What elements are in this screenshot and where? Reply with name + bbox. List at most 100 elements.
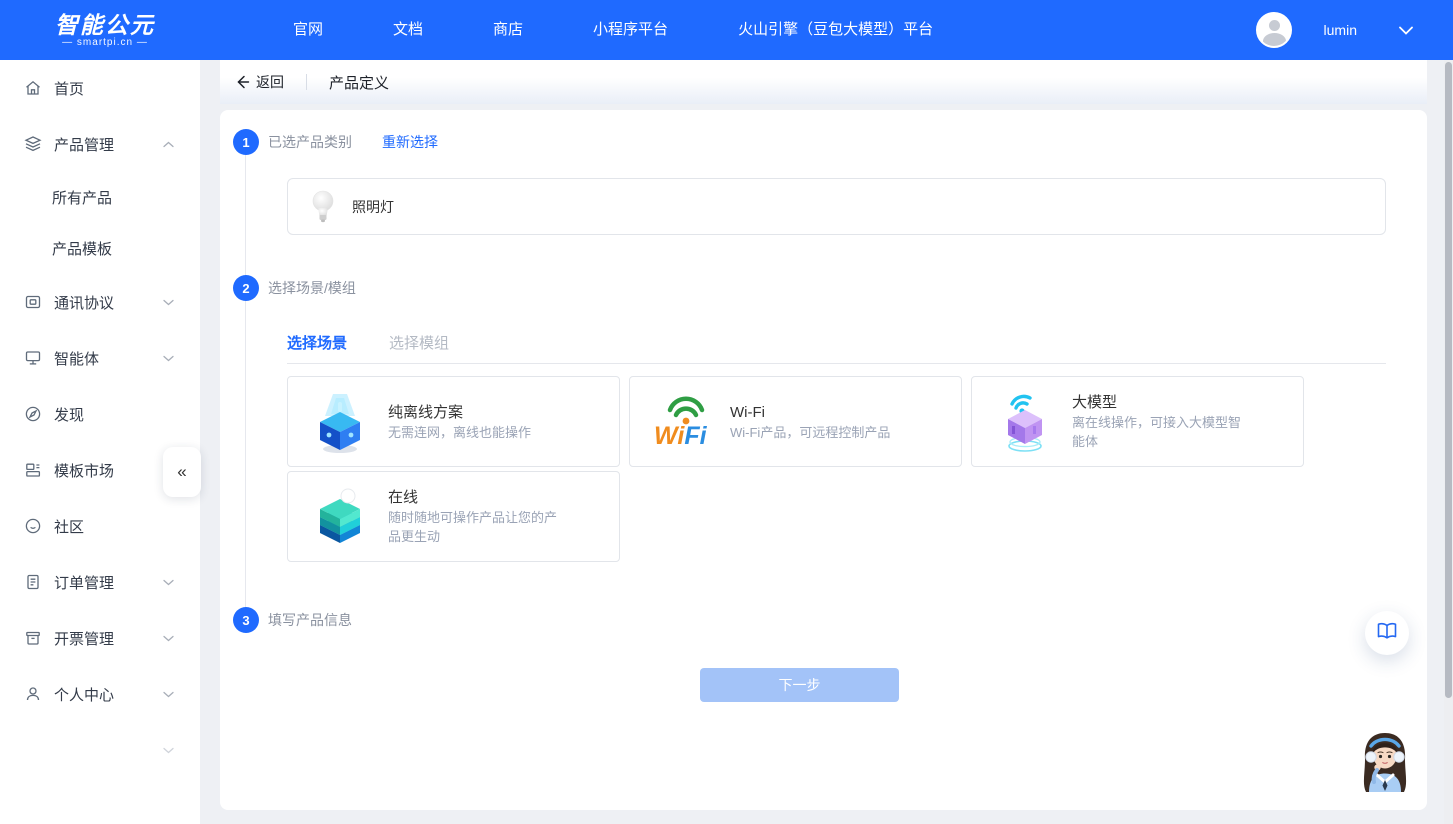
scenario-title: 纯离线方案 (388, 402, 531, 423)
nav-item-volcano-engine-platform[interactable]: 火山引擎（豆包大模型）平台 (703, 0, 968, 60)
nav-item-official-site[interactable]: 官网 (258, 0, 358, 60)
sidebar-item-label: 订单管理 (54, 572, 114, 593)
sidebar-item-label: 发现 (54, 404, 84, 425)
scenario-card-wifi[interactable]: WiFi Wi-Fi Wi-Fi产品，可远程控制产品 (629, 376, 962, 467)
assistant-avatar[interactable] (1351, 730, 1419, 797)
user-icon (24, 685, 42, 703)
community-icon (24, 517, 42, 535)
chevron-down-icon (163, 293, 174, 311)
monitor-icon (24, 349, 42, 367)
scrollbar[interactable] (1444, 60, 1453, 824)
chevron-down-icon[interactable] (1399, 26, 1413, 35)
selected-product-name: 照明灯 (352, 197, 394, 217)
sidebar-item-product-management[interactable]: 产品管理 (0, 116, 200, 172)
sidebar-item-label: 开票管理 (54, 628, 114, 649)
product-definition-panel: 1 已选产品类别 重新选择 照明灯 2 选择场景/模组 选择场景 (220, 110, 1427, 810)
compass-icon (24, 405, 42, 423)
sidebar-item-personal-center[interactable]: 个人中心 (0, 666, 200, 722)
sidebar-item-communication-protocol[interactable]: 通讯协议 (0, 274, 200, 330)
logo-subtitle: — smartpi.cn — (40, 37, 170, 48)
sidebar-item-label: 智能体 (54, 348, 99, 369)
logo[interactable]: 智能公元 — smartpi.cn — (40, 13, 170, 48)
online-stack-icon (308, 485, 372, 549)
sidebar-item-agent[interactable]: 智能体 (0, 330, 200, 386)
page-title: 产品定义 (329, 72, 389, 93)
tab-select-scene[interactable]: 选择场景 (287, 332, 347, 353)
home-icon (24, 79, 42, 97)
sidebar-item-home[interactable]: 首页 (0, 60, 200, 116)
step-2-badge: 2 (233, 275, 259, 301)
sidebar-item-label: 个人中心 (54, 684, 114, 705)
step-2-header: 选择场景/模组 (268, 275, 356, 301)
sidebar: 首页 产品管理 所有产品 产品模板 通讯协议 (0, 60, 200, 824)
sidebar-item-label: 所有产品 (52, 187, 112, 208)
step-3-label: 填写产品信息 (268, 610, 352, 630)
back-button[interactable]: 返回 (234, 72, 284, 92)
back-arrow-icon (234, 74, 250, 90)
chevron-down-icon (163, 573, 174, 591)
step-1-label: 已选产品类别 (268, 132, 352, 152)
logo-title: 智能公元 (40, 13, 170, 37)
app-header: 智能公元 — smartpi.cn — 官网 文档 商店 小程序平台 火山引擎（… (0, 0, 1453, 60)
sidebar-item-label: 产品管理 (54, 134, 114, 155)
sidebar-item-label: 通讯协议 (54, 292, 114, 313)
orders-icon (24, 573, 42, 591)
step-1-badge: 1 (233, 129, 259, 155)
llm-cube-icon (992, 390, 1056, 454)
selected-product-card[interactable]: 照明灯 (287, 178, 1386, 235)
sidebar-item-label: 社区 (54, 516, 84, 537)
nav-item-docs[interactable]: 文档 (358, 0, 458, 60)
collapse-sidebar-icon: « (177, 462, 186, 482)
scenario-title: Wi-Fi (730, 402, 890, 423)
sidebar-item-order-management[interactable]: 订单管理 (0, 554, 200, 610)
divider (306, 74, 307, 90)
svg-text:WiFi: WiFi (654, 422, 708, 450)
offline-cube-icon (308, 390, 372, 454)
sidebar-item-label: 产品模板 (52, 238, 112, 259)
invoice-box-icon (24, 629, 42, 647)
step-2-label: 选择场景/模组 (268, 278, 356, 298)
username[interactable]: lumin (1324, 22, 1357, 38)
scenario-card-llm[interactable]: 大模型 离在线操作，可接入大模型智能体 (971, 376, 1304, 467)
back-label: 返回 (256, 72, 284, 92)
nav-item-store[interactable]: 商店 (458, 0, 558, 60)
scenario-grid: 纯离线方案 无需连网，离线也能操作 WiFi (287, 376, 1304, 562)
sidebar-item-extra[interactable] (0, 722, 200, 778)
user-area: lumin (1256, 0, 1413, 60)
scenario-title: 大模型 (1072, 392, 1250, 413)
sidebar-item-discover[interactable]: 发现 (0, 386, 200, 442)
step-connector-line (245, 142, 246, 620)
scenario-desc: 离在线操作，可接入大模型智能体 (1072, 413, 1250, 451)
sidebar-item-product-templates[interactable]: 产品模板 (0, 223, 200, 274)
reselect-link[interactable]: 重新选择 (382, 132, 438, 152)
avatar-person-icon (1269, 20, 1280, 31)
sidebar-item-label: 模板市场 (54, 460, 114, 481)
tab-select-module[interactable]: 选择模组 (389, 332, 449, 353)
lightbulb-icon (310, 189, 336, 225)
sidebar-collapse-button[interactable]: « (163, 447, 201, 497)
chevron-down-icon (163, 349, 174, 367)
docs-floating-button[interactable] (1365, 611, 1409, 655)
chevron-down-icon (163, 629, 174, 647)
open-book-icon (1376, 621, 1398, 646)
sidebar-item-all-products[interactable]: 所有产品 (0, 172, 200, 223)
page-topbar: 返回 产品定义 (220, 60, 1427, 104)
scenario-card-offline[interactable]: 纯离线方案 无需连网，离线也能操作 (287, 376, 620, 467)
scenario-card-online[interactable]: 在线 随时随地可操作产品让您的产品更生动 (287, 471, 620, 562)
next-step-button[interactable]: 下一步 (700, 668, 899, 702)
template-market-icon (24, 461, 42, 479)
sidebar-item-community[interactable]: 社区 (0, 498, 200, 554)
sidebar-item-label: 首页 (54, 78, 84, 99)
nav-item-miniprogram-platform[interactable]: 小程序平台 (558, 0, 703, 60)
layers-icon (24, 135, 42, 153)
chevron-down-icon (163, 741, 174, 759)
scenario-desc: Wi-Fi产品，可远程控制产品 (730, 423, 890, 442)
step-3-badge: 3 (233, 607, 259, 633)
sidebar-item-invoice-management[interactable]: 开票管理 (0, 610, 200, 666)
scenario-desc: 无需连网，离线也能操作 (388, 423, 531, 442)
step-1-header: 已选产品类别 重新选择 (268, 129, 438, 155)
scrollbar-thumb[interactable] (1445, 62, 1452, 698)
assistant-girl-illustration (1351, 730, 1419, 797)
protocol-icon (24, 293, 42, 311)
avatar[interactable] (1256, 12, 1292, 48)
